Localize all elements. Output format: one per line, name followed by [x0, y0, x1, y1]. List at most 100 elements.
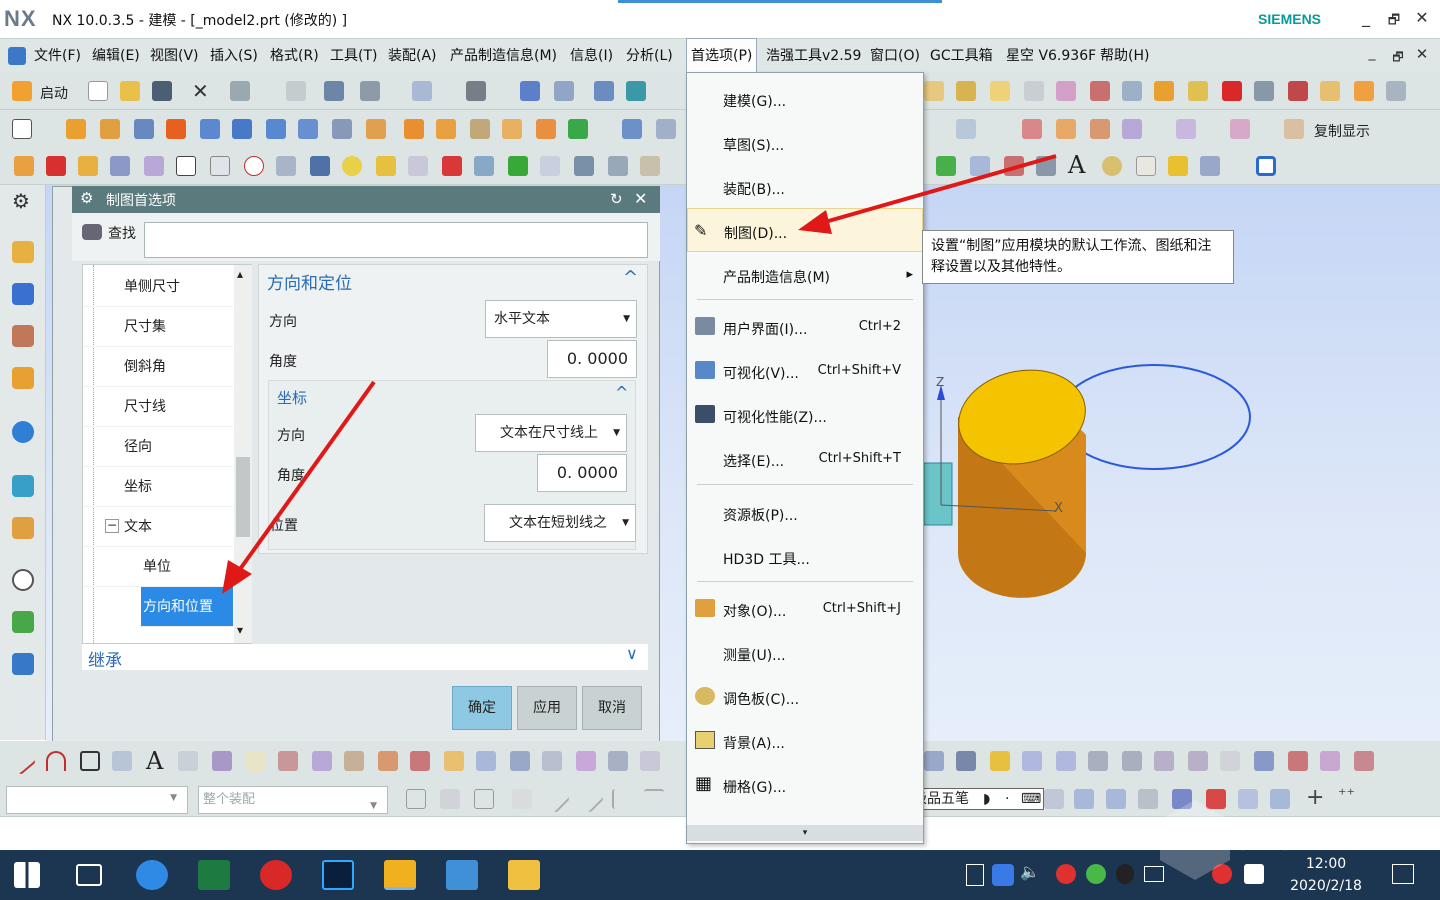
mirror-icon[interactable] [436, 119, 456, 139]
view-select-4-icon[interactable] [1138, 789, 1158, 809]
intersect-icon[interactable] [444, 751, 464, 771]
part-navigator-icon[interactable] [12, 241, 34, 263]
combine-icon[interactable] [536, 119, 556, 139]
tool-icon[interactable] [1386, 81, 1406, 101]
copy-display-button[interactable]: 复制显示 [1314, 121, 1370, 141]
cmd-2-icon[interactable] [46, 156, 66, 176]
cmd-18-icon[interactable] [574, 156, 594, 176]
menu-item-pmi[interactable]: 产品制造信息(M) ▸ [687, 253, 923, 297]
subsection-collapse-icon[interactable]: ^ [615, 383, 628, 402]
paint-icon[interactable] [990, 751, 1010, 771]
cmd-30-icon[interactable] [1256, 156, 1276, 176]
constraint-navigator-icon[interactable] [12, 325, 34, 347]
mesh-icon[interactable] [1122, 81, 1142, 101]
menu-window[interactable]: 窗口(O) [870, 39, 920, 73]
sketch-rect-icon[interactable] [12, 119, 32, 139]
qq-icon[interactable] [1116, 864, 1134, 884]
pattern-curve-icon[interactable] [510, 751, 530, 771]
snap-grid-icon[interactable] [406, 789, 426, 809]
tube-icon[interactable] [332, 119, 352, 139]
menu-view[interactable]: 视图(V) [150, 39, 199, 73]
snap-tangent-icon[interactable] [644, 789, 664, 809]
section-collapse-icon[interactable]: ^ [623, 267, 638, 288]
cmd-13-icon[interactable] [408, 156, 428, 176]
cmd-12-icon[interactable] [376, 156, 396, 176]
cmd-23-icon[interactable] [1004, 156, 1024, 176]
nx5-feature-icon[interactable] [166, 119, 186, 139]
cmd-3-icon[interactable] [78, 156, 98, 176]
pencil-box-icon[interactable] [1354, 81, 1374, 101]
tree-item-coordinate[interactable]: 坐标 [83, 467, 233, 507]
dimension-icon[interactable] [990, 81, 1010, 101]
cmd-19-icon[interactable] [608, 156, 628, 176]
edge-icon[interactable] [136, 860, 168, 890]
animate-icon[interactable] [1354, 751, 1374, 771]
file-explorer-icon[interactable] [508, 860, 540, 890]
cmd-28-icon[interactable] [1168, 156, 1188, 176]
ok-button[interactable]: 确定 [452, 686, 512, 730]
gear-parts-icon[interactable] [1254, 81, 1274, 101]
menu-help[interactable]: 帮助(H) [1100, 39, 1149, 73]
ime-punct-icon[interactable]: · [1005, 789, 1009, 809]
snap-line-icon[interactable] [541, 784, 571, 814]
ime-moon-icon[interactable]: ◗ [983, 789, 990, 809]
view-orient-icon[interactable] [626, 81, 646, 101]
direction-select[interactable]: 水平文本 ▼ [485, 300, 637, 338]
snap-point-icon[interactable] [440, 789, 460, 809]
plus-icon[interactable]: + [1306, 785, 1324, 810]
menu-item-resource-bar[interactable]: 资源板(P)... [687, 491, 923, 535]
clock-icon[interactable] [12, 569, 34, 591]
anchor-icon[interactable] [1288, 751, 1308, 771]
usb-icon[interactable] [966, 864, 984, 886]
fillet-icon[interactable] [246, 751, 266, 771]
cmd-15-icon[interactable] [474, 156, 494, 176]
surface-icon[interactable] [1056, 81, 1076, 101]
minimize-button[interactable]: _ [1356, 8, 1376, 27]
box-yellow-icon[interactable] [1188, 81, 1208, 101]
tray-app-icon[interactable] [992, 864, 1014, 886]
text-a-icon[interactable]: A [1068, 151, 1085, 179]
delete-icon[interactable]: ✕ [192, 79, 209, 103]
menu-item-visualization[interactable]: 可视化(V)... Ctrl+Shift+V [687, 349, 923, 393]
tray-red-icon[interactable] [1056, 864, 1076, 884]
menu-xingkong[interactable]: 星空 V6.936F [1006, 39, 1096, 73]
stack-2-icon[interactable] [1122, 751, 1142, 771]
nx-taskbar-icon[interactable] [384, 860, 416, 890]
cone-feature-icon[interactable] [266, 119, 286, 139]
menu-item-measure[interactable]: 测量(U)... [687, 631, 923, 675]
menu-item-selection[interactable]: 选择(E)... Ctrl+Shift+T [687, 437, 923, 481]
cmd-16-icon[interactable] [508, 156, 528, 176]
frame-icon[interactable] [656, 119, 676, 139]
menu-item-hd3d[interactable]: HD3D 工具... [687, 535, 923, 579]
assembly-icon[interactable] [1022, 119, 1042, 139]
snap-curve-icon[interactable] [612, 789, 632, 809]
task-view-icon[interactable] [76, 864, 102, 886]
fit-view-icon[interactable] [412, 81, 432, 101]
cmd-20-icon[interactable] [640, 156, 660, 176]
rotate-icon[interactable] [1254, 751, 1274, 771]
apply-button[interactable]: 应用 [517, 686, 577, 730]
reset-icon[interactable]: ↻ [610, 190, 623, 208]
menu-item-vis-performance[interactable]: 可视化性能(Z)... [687, 393, 923, 437]
view-select-3-icon[interactable] [1106, 789, 1126, 809]
menu-assembly[interactable]: 装配(A) [388, 39, 437, 73]
menu-pmi[interactable]: 产品制造信息(M) [450, 39, 557, 73]
inferred-icon[interactable] [576, 751, 596, 771]
network-icon[interactable] [1144, 866, 1164, 882]
scope-filter-select[interactable]: 整个装配 ▼ [198, 786, 388, 814]
sketch-extra-icon[interactable] [640, 751, 660, 771]
spline-icon[interactable] [212, 751, 232, 771]
view-box-icon[interactable] [956, 119, 976, 139]
menu-analysis[interactable]: 分析(L) [626, 39, 673, 73]
position-select[interactable]: 文本在短划线之 ▼ [484, 504, 636, 542]
menu-item-palette[interactable]: 调色板(C)... [687, 675, 923, 719]
angle-input[interactable]: 0. 0000 [547, 340, 637, 378]
sub-angle-input[interactable]: 0. 0000 [537, 454, 627, 492]
face-icon[interactable] [1090, 81, 1110, 101]
screen-capture-icon[interactable] [446, 860, 478, 890]
explode-icon[interactable] [1230, 119, 1250, 139]
ime-keyboard-icon[interactable]: ⌨ [1021, 789, 1041, 809]
windows-start-icon[interactable] [14, 862, 40, 888]
extrude-icon[interactable] [66, 119, 86, 139]
cmd-22-icon[interactable] [970, 156, 990, 176]
